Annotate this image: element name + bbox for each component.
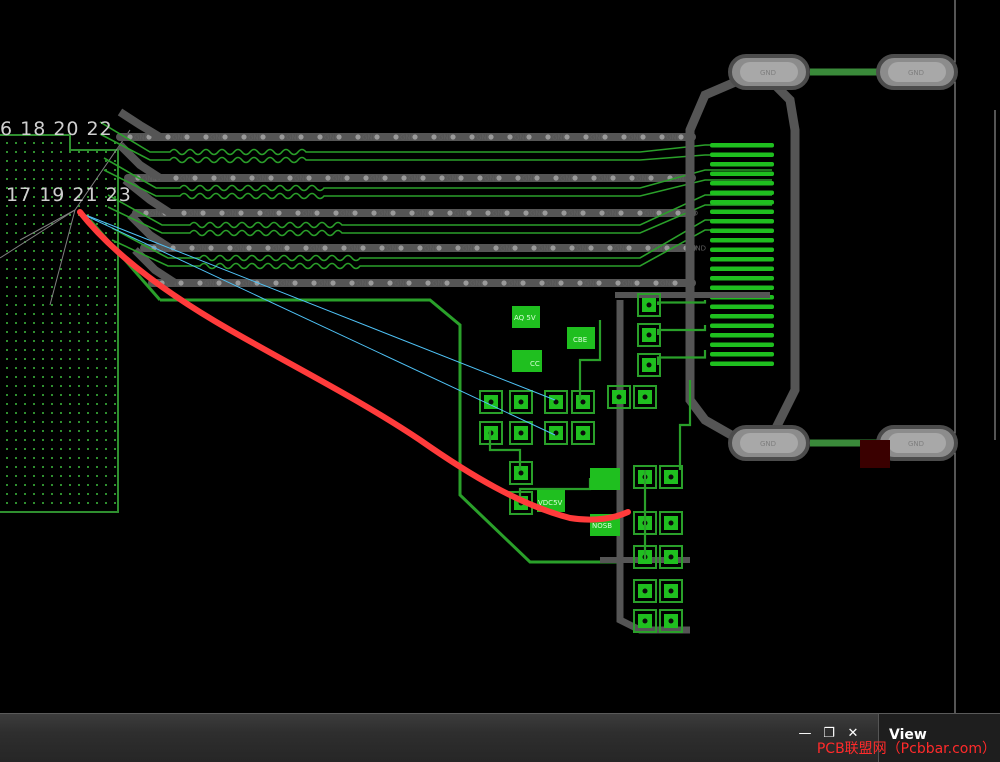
aq5v-label: AQ 5V [514,314,536,322]
ground-traces: GND GND GND GND GND GND GND GND GND GND GND GND GND G… [116,108,706,288]
pin-label-row-odd: 17 19 21 23 [6,184,132,206]
cc-label: CC [530,360,540,368]
svg-text:GND: GND [760,440,776,448]
usb-connector-footprint [685,68,880,447]
drc-marker [860,440,890,468]
pcb-layout[interactable]: GND GND GND GND GND GND GND GND GND GND GND GND GND G… [0,0,1000,713]
bottom-panel-bar: — ❐ ✕ View PCB联盟网（Pcbbar.com） [0,713,1000,762]
svg-text:GND: GND [908,69,924,77]
pcb-canvas[interactable]: GND GND GND GND GND GND GND GND GND GND GND GND GND G… [0,0,1000,713]
svg-text:GND: GND [760,69,776,77]
mounting-hole-bottom-left: GND [728,425,810,461]
mounting-hole-top-left: GND [728,54,810,90]
cbe-label: CBE [573,336,587,344]
svg-text:GND: GND [908,440,924,448]
document-bar [0,714,878,762]
connector-pin-labels: 6 18 20 22 17 19 21 23 [0,74,132,250]
nosb-label: NOSB [592,522,612,530]
minimize-button[interactable]: — [796,726,814,742]
pin-label-row-even: 6 18 20 22 [0,118,113,140]
watermark: PCB联盟网（Pcbbar.com） [816,741,996,757]
component-pad-top [590,468,620,490]
mounting-hole-top-right: GND [876,54,958,90]
